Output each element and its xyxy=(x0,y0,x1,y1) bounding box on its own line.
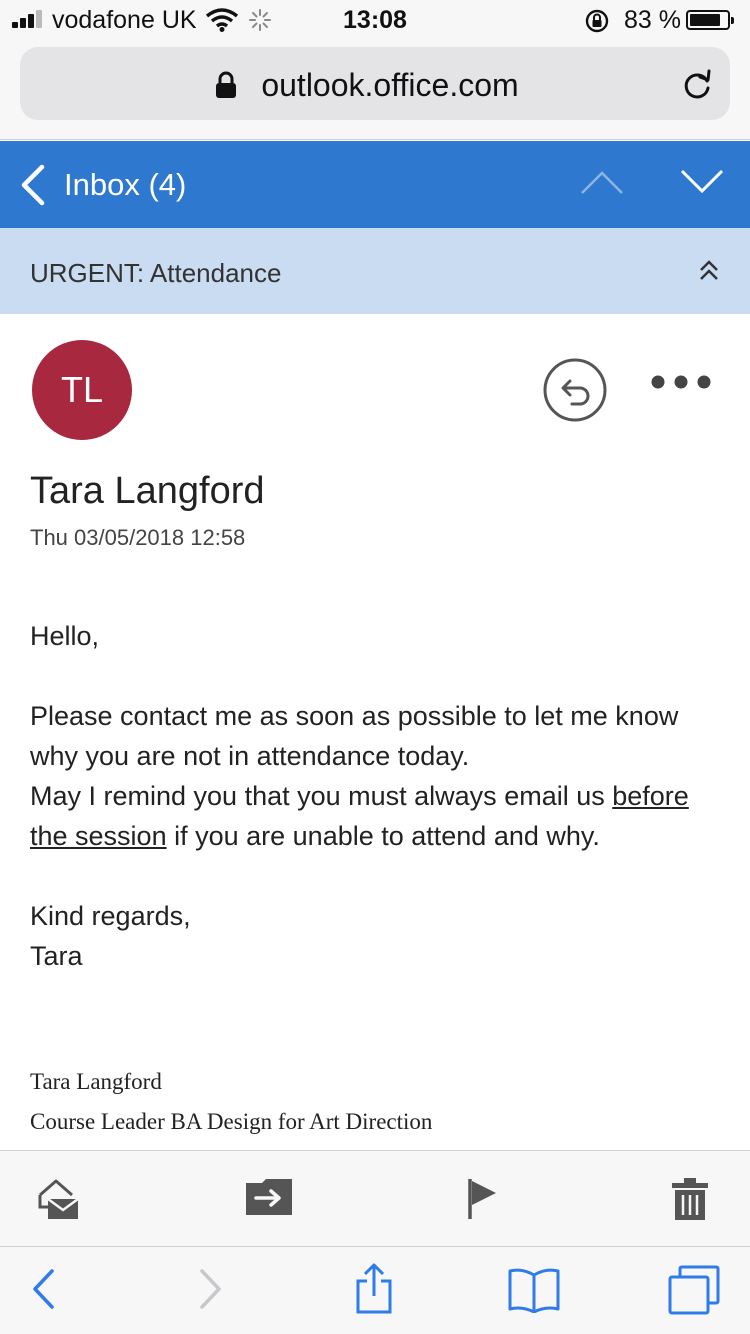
signature-title: Course Leader BA Design for Art Directio… xyxy=(30,1109,433,1134)
reload-icon[interactable] xyxy=(680,67,714,101)
collapse-thread-icon[interactable] xyxy=(698,258,720,284)
sender-name: Tara Langford xyxy=(30,470,265,512)
tabs-icon[interactable] xyxy=(668,1265,720,1315)
move-icon[interactable] xyxy=(246,1177,292,1217)
address-bar[interactable]: outlook.office.com xyxy=(20,47,730,120)
share-icon[interactable] xyxy=(354,1263,394,1315)
back-icon[interactable] xyxy=(30,1267,56,1311)
mark-read-icon[interactable] xyxy=(36,1177,82,1221)
closing: Kind regards, xyxy=(30,901,191,931)
reply-icon[interactable] xyxy=(542,357,608,423)
more-options-icon[interactable] xyxy=(650,372,712,392)
next-message-icon[interactable] xyxy=(680,169,724,195)
message-date: Thu 03/05/2018 12:58 xyxy=(30,525,246,550)
status-bar: vodafone UK 13:08 83 % xyxy=(0,0,750,40)
flag-icon[interactable] xyxy=(466,1177,500,1221)
signature: Tara Langford Course Leader BA Design fo… xyxy=(30,1062,432,1142)
signature-name: Tara Langford xyxy=(30,1069,162,1094)
forward-icon[interactable] xyxy=(198,1267,224,1311)
battery-icon xyxy=(686,10,734,30)
message-body: Hello, Please contact me as soon as poss… xyxy=(30,616,720,976)
inbox-link[interactable]: Inbox (4) xyxy=(64,167,186,203)
back-to-inbox-icon[interactable] xyxy=(18,163,48,207)
mail-header: Inbox (4) xyxy=(0,141,750,228)
bookmarks-icon[interactable] xyxy=(508,1267,560,1313)
body-line: May I remind you that you must always em… xyxy=(30,781,613,811)
rotation-lock-icon xyxy=(585,9,609,33)
closing-name: Tara xyxy=(30,941,83,971)
avatar: TL xyxy=(32,340,132,440)
body-line: Please contact me as soon as possible to… xyxy=(30,701,679,771)
subject-line: URGENT: Attendance xyxy=(30,258,282,288)
message-action-bar xyxy=(0,1150,750,1246)
browser-toolbar: outlook.office.com xyxy=(0,40,750,140)
trash-icon[interactable] xyxy=(670,1177,710,1221)
url-text: outlook.office.com xyxy=(261,67,519,103)
subject-bar: URGENT: Attendance xyxy=(0,228,750,314)
greeting: Hello, xyxy=(30,621,100,651)
battery-percent: 83 % xyxy=(624,6,681,34)
previous-message-icon[interactable] xyxy=(580,169,624,195)
body-line: if you are unable to attend and why. xyxy=(166,821,600,851)
browser-bottom-bar xyxy=(0,1246,750,1334)
body-paragraph: Please contact me as soon as possible to… xyxy=(30,696,720,856)
